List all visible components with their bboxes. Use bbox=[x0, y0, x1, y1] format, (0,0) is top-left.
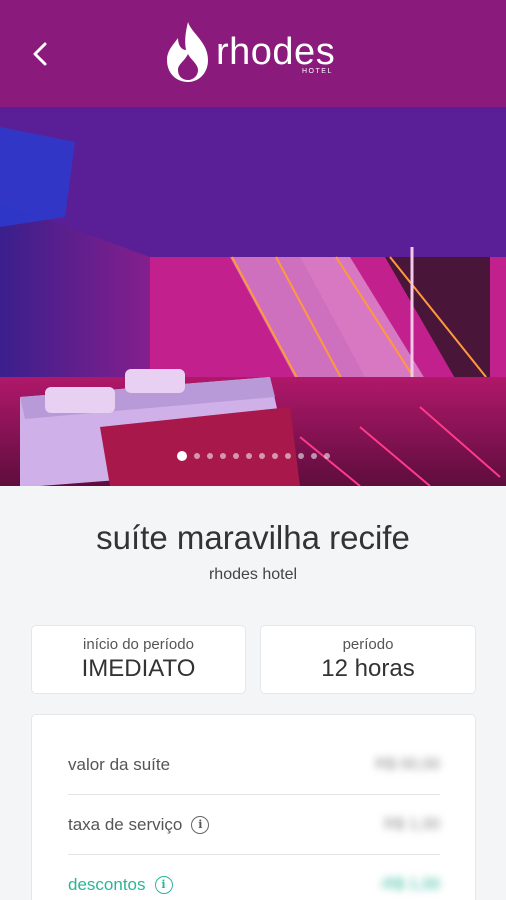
period-start-value: IMEDIATO bbox=[81, 655, 196, 682]
carousel-dot[interactable] bbox=[232, 453, 239, 459]
suite-photo bbox=[0, 107, 506, 486]
carousel-dot[interactable] bbox=[245, 453, 252, 459]
app-header: rhodes HOTEL bbox=[0, 0, 506, 107]
carousel-indicators bbox=[0, 451, 506, 461]
period-duration-card[interactable]: período 12 horas bbox=[260, 625, 476, 694]
rhodes-hotel-logo: rhodes HOTEL bbox=[162, 20, 352, 86]
price-row-service-fee: taxa de serviço i R$ 1,00 bbox=[68, 795, 440, 855]
period-duration-label: período bbox=[342, 636, 394, 653]
brand-name: rhodes bbox=[216, 31, 336, 73]
price-row-label: taxa de serviço i bbox=[68, 814, 210, 835]
period-start-label: início do período bbox=[83, 636, 194, 653]
carousel-dot[interactable] bbox=[206, 453, 213, 459]
price-row-label: descontos i bbox=[68, 875, 173, 895]
suite-title: suíte maravilha recife bbox=[96, 519, 410, 556]
service-fee-label: taxa de serviço bbox=[68, 814, 183, 834]
carousel-dot[interactable] bbox=[193, 453, 200, 459]
price-row-suite: valor da suíte R$ 00,00 bbox=[68, 735, 440, 795]
suite-price-label: valor da suíte bbox=[68, 754, 171, 774]
suite-price-amount: R$ 00,00 bbox=[375, 755, 440, 773]
carousel-dot[interactable] bbox=[284, 453, 291, 459]
price-row-label: valor da suíte bbox=[68, 755, 170, 775]
period-start-card: início do período IMEDIATO bbox=[31, 625, 246, 694]
flame-icon bbox=[167, 22, 208, 82]
carousel-dot[interactable] bbox=[176, 451, 187, 461]
hotel-name: rhodes hotel bbox=[208, 566, 298, 583]
price-row-discounts: descontos i -R$ 1,00 bbox=[68, 855, 440, 900]
info-icon[interactable]: i bbox=[191, 815, 210, 834]
discounts-amount: -R$ 1,00 bbox=[378, 875, 440, 893]
carousel-dot[interactable] bbox=[297, 453, 304, 459]
brand-subtitle: HOTEL bbox=[302, 68, 333, 75]
carousel-dot[interactable] bbox=[310, 453, 317, 459]
chevron-left-icon bbox=[33, 42, 47, 66]
info-icon[interactable]: i bbox=[154, 875, 173, 894]
period-duration-value: 12 horas bbox=[321, 655, 415, 682]
carousel-dot[interactable] bbox=[219, 453, 226, 459]
suite-photo-carousel[interactable] bbox=[0, 107, 506, 486]
service-fee-amount: R$ 1,00 bbox=[383, 815, 440, 833]
carousel-dot[interactable] bbox=[258, 453, 265, 459]
discounts-label: descontos bbox=[68, 874, 146, 894]
back-button[interactable] bbox=[26, 36, 58, 72]
carousel-dot[interactable] bbox=[271, 453, 278, 459]
price-breakdown-card: valor da suíte R$ 00,00 taxa de serviço … bbox=[31, 714, 476, 900]
carousel-dot[interactable] bbox=[323, 453, 330, 459]
